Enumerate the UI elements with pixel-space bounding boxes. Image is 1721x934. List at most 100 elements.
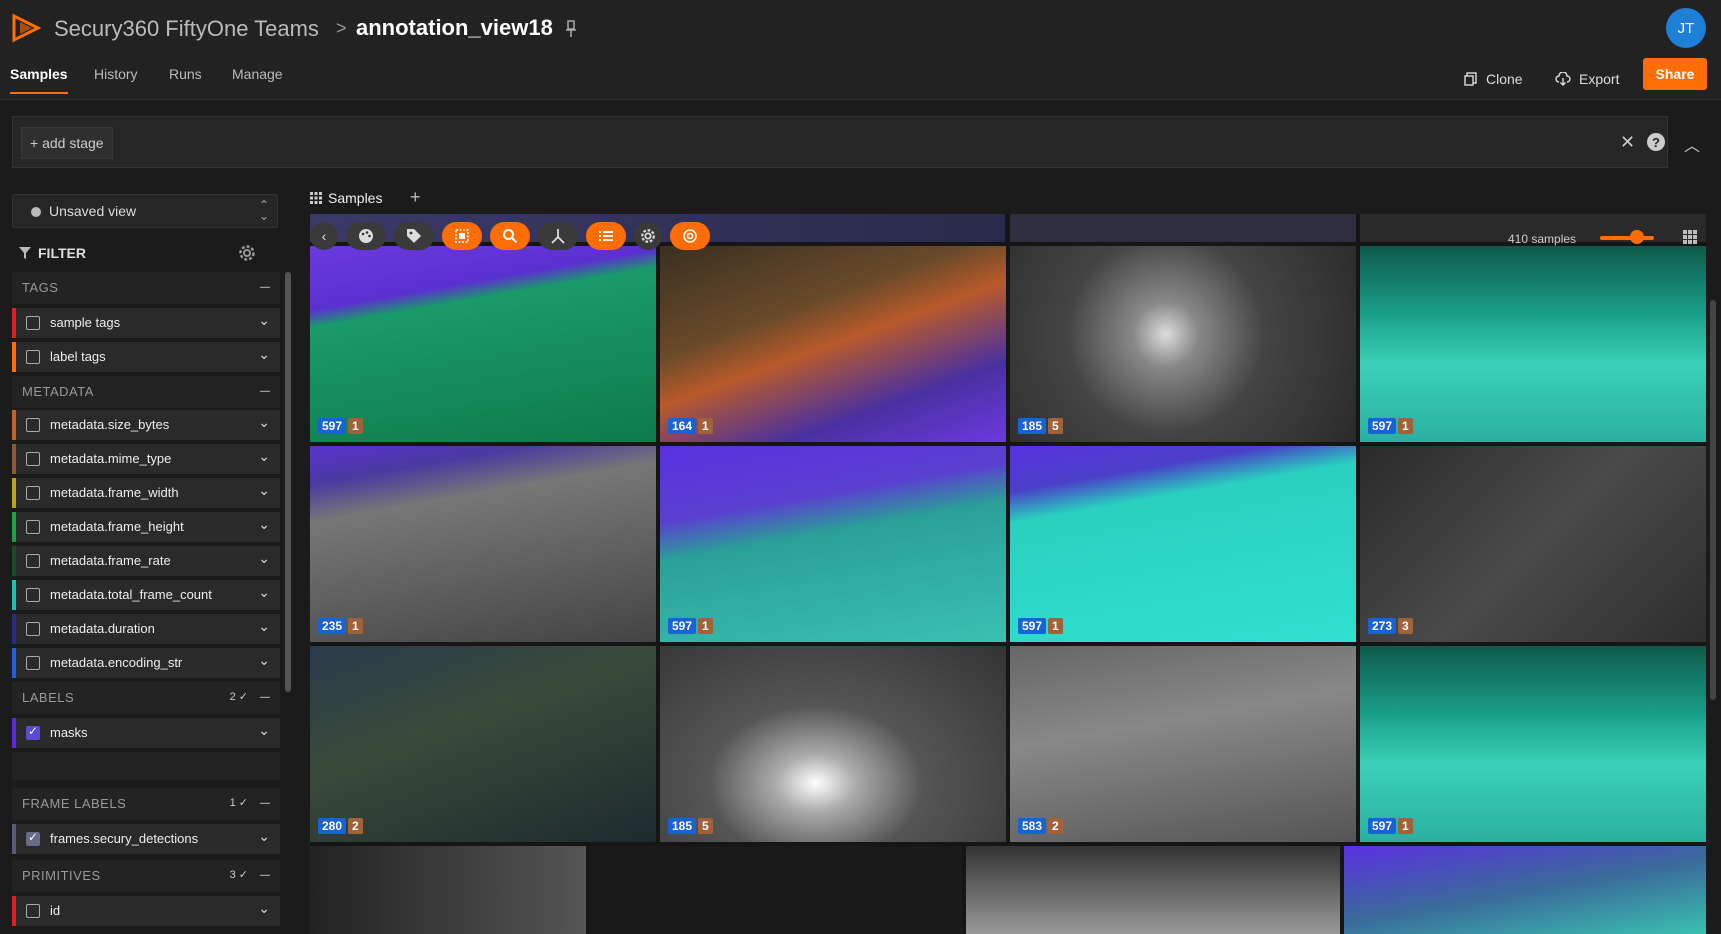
- gear-icon[interactable]: [238, 244, 256, 262]
- grid-tile-partial[interactable]: [966, 846, 1340, 934]
- chevron-down-icon[interactable]: ⌄: [258, 312, 270, 329]
- clone-button[interactable]: Clone: [1464, 66, 1523, 92]
- add-stage-button[interactable]: + add stage: [21, 127, 113, 159]
- chevron-down-icon[interactable]: ⌄: [258, 346, 270, 363]
- field-masks[interactable]: masks ⌄: [12, 718, 280, 748]
- collapse-icon[interactable]: –: [260, 792, 270, 813]
- grid-tile[interactable]: 597 1: [310, 246, 656, 442]
- chevron-down-icon[interactable]: ⌄: [258, 584, 270, 601]
- section-primitives[interactable]: PRIMITIVES 3 ✓ –: [12, 860, 280, 892]
- field-duration[interactable]: metadata.duration ⌄: [12, 614, 280, 644]
- help-icon[interactable]: ?: [1647, 133, 1665, 151]
- sidebar-scrollbar[interactable]: [285, 272, 291, 692]
- field-checkbox[interactable]: [26, 350, 40, 364]
- section-tags[interactable]: TAGS –: [12, 272, 280, 304]
- org-name[interactable]: Secury360 FiftyOne Teams: [54, 16, 319, 42]
- back-button[interactable]: ‹: [310, 222, 338, 250]
- field-checkbox[interactable]: [26, 588, 40, 602]
- collapse-icon[interactable]: –: [260, 864, 270, 885]
- field-checkbox[interactable]: [26, 316, 40, 330]
- share-button[interactable]: Share: [1643, 58, 1707, 90]
- grid-tile-partial[interactable]: [1010, 214, 1356, 242]
- field-checkbox[interactable]: [26, 452, 40, 466]
- grid-settings-button[interactable]: [634, 222, 662, 250]
- patches-button[interactable]: [442, 222, 482, 250]
- grid-tile-partial[interactable]: [310, 846, 586, 934]
- sort-by-list-button[interactable]: [586, 222, 626, 250]
- field-total-frame-count[interactable]: metadata.total_frame_count ⌄: [12, 580, 280, 610]
- grid-tile[interactable]: 164 1: [660, 246, 1006, 442]
- zoom-slider[interactable]: [1600, 236, 1654, 240]
- add-panel-icon[interactable]: +: [410, 187, 421, 208]
- tab-history[interactable]: History: [94, 66, 138, 92]
- field-frame-rate[interactable]: metadata.frame_rate ⌄: [12, 546, 280, 576]
- field-mime-type[interactable]: metadata.mime_type ⌄: [12, 444, 280, 474]
- grid-tile[interactable]: 185 5: [660, 646, 1006, 842]
- section-frame-labels[interactable]: FRAME LABELS 1 ✓ –: [12, 788, 280, 820]
- fiftyone-logo-icon[interactable]: [10, 12, 42, 44]
- chevron-down-icon[interactable]: ⌄: [258, 722, 270, 739]
- tab-manage[interactable]: Manage: [232, 66, 283, 92]
- chevron-down-icon[interactable]: ⌄: [258, 414, 270, 431]
- field-checkbox[interactable]: [26, 622, 40, 636]
- embeddings-button[interactable]: [538, 222, 578, 250]
- field-checkbox[interactable]: [26, 486, 40, 500]
- collapse-icon[interactable]: –: [260, 380, 270, 401]
- color-scheme-button[interactable]: [346, 222, 386, 250]
- field-size-bytes[interactable]: metadata.size_bytes ⌄: [12, 410, 280, 440]
- chevron-down-icon[interactable]: ⌄: [258, 448, 270, 465]
- field-frames-detections[interactable]: frames.secury_detections ⌄: [12, 824, 280, 854]
- clear-stages-icon[interactable]: ✕: [1620, 132, 1635, 153]
- field-checkbox-checked[interactable]: [26, 724, 40, 740]
- collapse-chevron-up-icon[interactable]: ︿: [1684, 132, 1700, 156]
- field-label-tags[interactable]: label tags ⌄: [12, 342, 280, 372]
- field-sample-tags[interactable]: sample tags ⌄: [12, 308, 280, 338]
- tag-button[interactable]: [394, 222, 434, 250]
- field-id[interactable]: id ⌄: [12, 896, 280, 926]
- tab-runs[interactable]: Runs: [169, 66, 202, 92]
- chevron-down-icon[interactable]: ⌄: [258, 482, 270, 499]
- grid-tile[interactable]: 273 3: [1360, 446, 1706, 642]
- grid-layout-icon[interactable]: [1683, 230, 1697, 244]
- field-frame-height[interactable]: metadata.frame_height ⌄: [12, 512, 280, 542]
- zoom-slider-handle[interactable]: [1630, 230, 1644, 244]
- tab-samples-panel[interactable]: Samples: [310, 190, 382, 206]
- grid-tile[interactable]: 597 1: [1360, 246, 1706, 442]
- field-checkbox[interactable]: [26, 520, 40, 534]
- grid-scrollbar[interactable]: [1710, 300, 1716, 700]
- similarity-search-button[interactable]: [490, 222, 530, 250]
- pin-icon[interactable]: [564, 20, 578, 38]
- grid-tile-partial[interactable]: [590, 846, 962, 934]
- grid-tile[interactable]: 280 2: [310, 646, 656, 842]
- grid-tile[interactable]: 235 1: [310, 446, 656, 642]
- chevron-down-icon[interactable]: ⌄: [258, 652, 270, 669]
- grid-tile[interactable]: 597 1: [1360, 646, 1706, 842]
- field-checkbox[interactable]: [26, 418, 40, 432]
- openai-button[interactable]: [670, 222, 710, 250]
- tab-samples[interactable]: Samples: [10, 66, 68, 94]
- grid-tile[interactable]: 597 1: [660, 446, 1006, 642]
- grid-tile[interactable]: 597 1: [1010, 446, 1356, 642]
- chevron-down-icon[interactable]: ⌄: [258, 516, 270, 533]
- chevron-down-icon[interactable]: ⌄: [258, 618, 270, 635]
- export-button[interactable]: Export: [1555, 66, 1619, 92]
- field-checkbox[interactable]: [26, 904, 40, 918]
- section-metadata[interactable]: METADATA –: [12, 376, 280, 408]
- field-label: id: [50, 903, 61, 918]
- chevron-down-icon[interactable]: ⌄: [258, 550, 270, 567]
- field-checkbox[interactable]: [26, 554, 40, 568]
- chevron-down-icon[interactable]: ⌄: [258, 900, 270, 917]
- section-labels[interactable]: LABELS 2 ✓ –: [12, 682, 280, 714]
- view-selector[interactable]: Unsaved view ⌃ ⌄: [12, 194, 278, 228]
- grid-tile[interactable]: 185 5: [1010, 246, 1356, 442]
- grid-tile[interactable]: 583 2: [1010, 646, 1356, 842]
- chevron-down-icon[interactable]: ⌄: [258, 828, 270, 845]
- field-checkbox-checked[interactable]: [26, 830, 40, 846]
- field-checkbox[interactable]: [26, 656, 40, 670]
- collapse-icon[interactable]: –: [260, 686, 270, 707]
- field-frame-width[interactable]: metadata.frame_width ⌄: [12, 478, 280, 508]
- field-encoding-str[interactable]: metadata.encoding_str ⌄: [12, 648, 280, 678]
- grid-tile-partial[interactable]: [1344, 846, 1706, 934]
- user-avatar[interactable]: JT: [1666, 8, 1706, 48]
- collapse-icon[interactable]: –: [260, 276, 270, 297]
